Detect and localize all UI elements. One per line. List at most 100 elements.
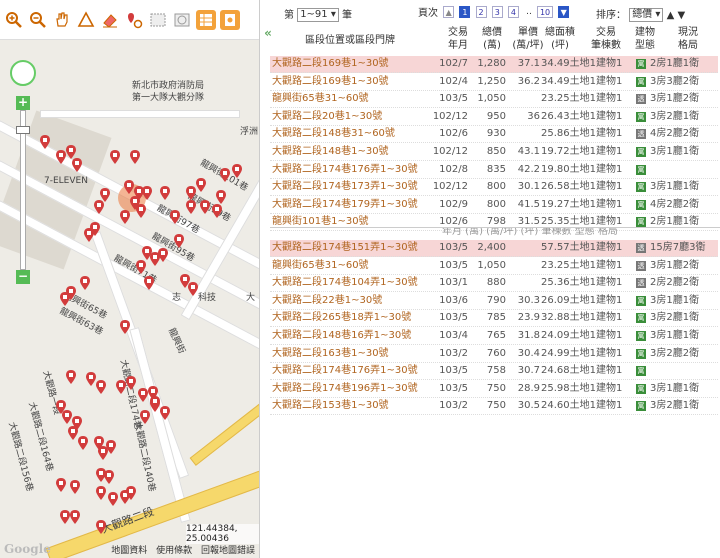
property-marker-icon[interactable] [232, 164, 242, 178]
row-address-link[interactable]: 龍興街65巷31~60號 [272, 258, 432, 274]
record-range-select[interactable]: 1~91 ▾ [297, 8, 339, 22]
property-marker-icon[interactable] [196, 178, 206, 192]
property-marker-icon[interactable] [108, 492, 118, 506]
prev-page-button[interactable]: ▲ [443, 5, 455, 18]
property-marker-icon[interactable] [160, 186, 170, 200]
table-row[interactable]: 大觀路二段153巷1~30號 103/2 750 30.5 24.60土地1建物1 寓 3房… [270, 398, 718, 416]
property-marker-icon[interactable] [68, 426, 78, 440]
table-row[interactable]: 大觀路二段148巷1~30號 102/12 850 43.1 19.72土地1建物1 寓 3… [270, 144, 718, 161]
row-address-link[interactable]: 大觀路二段153巷1~30號 [272, 398, 432, 414]
property-marker-icon[interactable] [188, 282, 198, 296]
property-marker-icon[interactable] [72, 158, 82, 172]
property-marker-icon[interactable] [126, 486, 136, 500]
row-address-link[interactable]: 龍興街65巷31~60號 [272, 91, 432, 107]
property-marker-icon[interactable] [200, 200, 210, 214]
page-3-button[interactable]: 3 [491, 5, 503, 18]
property-marker-icon[interactable] [212, 204, 222, 218]
sort-select[interactable]: 總價 ▾ [629, 8, 664, 22]
next-page-button[interactable]: ▼ [558, 5, 570, 18]
table-row[interactable]: 大觀路二段163巷1~30號 103/2 760 30.4 24.99土地1建物1 寓 3房… [270, 346, 718, 363]
property-marker-icon[interactable] [94, 200, 104, 214]
property-marker-icon[interactable] [110, 150, 120, 164]
property-marker-icon[interactable] [220, 168, 230, 182]
property-marker-icon[interactable] [120, 320, 130, 334]
row-address-link[interactable]: 大觀路二段169巷1~30號 [272, 74, 432, 90]
property-marker-icon[interactable] [62, 410, 72, 424]
property-marker-icon[interactable] [126, 376, 136, 390]
row-address-link[interactable]: 大觀路二段174巷179弄1~30號 [272, 197, 432, 213]
table-row[interactable]: 大觀路二段169巷1~30號 102/4 1,250 36.2 34.49土地1建物1 寓… [270, 74, 718, 91]
property-marker-icon[interactable] [40, 135, 50, 149]
property-marker-icon[interactable] [96, 380, 106, 394]
property-marker-icon[interactable] [186, 200, 196, 214]
row-address-link[interactable]: 大觀路二段20巷1~30號 [272, 109, 432, 125]
pan-control[interactable] [10, 60, 36, 86]
row-address-link[interactable]: 大觀路二段22巷1~30號 [272, 293, 432, 309]
row-address-link[interactable]: 大觀路二段174巷173弄1~30號 [272, 179, 432, 195]
property-marker-icon[interactable] [96, 520, 106, 534]
page-1-button[interactable]: 1 [459, 5, 471, 18]
zoom-slider-track[interactable] [20, 110, 26, 270]
sort-asc-button[interactable]: ▲ [667, 10, 675, 21]
row-address-link[interactable]: 大觀路二段174巷151弄1~30號 [272, 240, 432, 256]
property-marker-icon[interactable] [170, 210, 180, 224]
hand-pan-icon[interactable] [52, 10, 72, 30]
row-address-link[interactable]: 大觀路二段174巷196弄1~30號 [272, 381, 432, 397]
property-marker-icon[interactable] [70, 510, 80, 524]
row-address-link[interactable]: 大觀路二段169巷1~30號 [272, 56, 432, 72]
row-address-link[interactable]: 大觀路二段174巷104弄1~30號 [272, 275, 432, 291]
row-address-link[interactable]: 大觀路二段148巷1~30號 [272, 144, 432, 160]
property-marker-icon[interactable] [174, 234, 184, 248]
row-address-link[interactable]: 大觀路二段265巷18弄1~30號 [272, 310, 432, 326]
table-row[interactable]: 大觀路二段174巷104弄1~30號 103/1 880 25.36土地1建物1 透 2房… [270, 275, 718, 293]
row-address-link[interactable]: 大觀路二段148巷16弄1~30號 [272, 328, 432, 344]
property-marker-icon[interactable] [116, 380, 126, 394]
property-marker-icon[interactable] [66, 145, 76, 159]
row-address-link[interactable]: 大觀路二段174巷176弄1~30號 [272, 363, 432, 379]
table-row[interactable]: 大觀路二段265巷18弄1~30號 103/5 785 23.9 32.88土地1建物1… [270, 310, 718, 328]
property-marker-icon[interactable] [160, 406, 170, 420]
property-marker-icon[interactable] [104, 470, 114, 484]
grid-layer-icon[interactable] [196, 9, 216, 30]
property-marker-icon[interactable] [130, 150, 140, 164]
page-last-button[interactable]: 10 [537, 5, 554, 18]
table-row[interactable]: 大觀路二段174巷179弄1~30號 102/9 800 41.5 19.27土地1建物… [270, 197, 718, 214]
zoom-slider-handle[interactable] [16, 126, 30, 134]
table-row[interactable]: 大觀路二段174巷196弄1~30號 103/5 750 28.9 25.98土地1建物… [270, 381, 718, 398]
property-marker-icon[interactable] [216, 190, 226, 204]
table-row[interactable]: 大觀路二段174巷151弄1~30號 103/5 2,400 57.57土地1建物1 透… [270, 240, 718, 257]
table-row[interactable]: 大觀路二段169巷1~30號 102/7 1,280 37.1 34.49土地1建物1 寓… [270, 56, 718, 73]
property-marker-icon[interactable] [142, 186, 152, 200]
table-row[interactable]: 大觀路二段148巷16弄1~30號 103/4 765 31.8 24.09土地1建物1… [270, 328, 718, 345]
property-marker-icon[interactable] [138, 388, 148, 402]
page-2-button[interactable]: 2 [475, 5, 487, 18]
table-row[interactable]: 龍興街65巷31~60號 103/5 1,050 23.25土地1建物1 透 3房1廳2衛 [270, 91, 718, 109]
property-marker-icon[interactable] [66, 370, 76, 384]
property-marker-icon[interactable] [106, 440, 116, 454]
property-marker-icon[interactable] [56, 150, 66, 164]
property-marker-icon[interactable] [90, 222, 100, 236]
eraser-icon[interactable] [100, 10, 120, 30]
report-error-link[interactable]: 回報地圖錯誤 [201, 546, 255, 556]
table-row[interactable]: 大觀路二段22巷1~30號 103/6 790 30.3 26.09土地1建物1 寓 3房1… [270, 293, 718, 310]
map-panel[interactable]: 新北市政府消防局 第一大隊大觀分隊 7-ELEVEN 龍興街101巷 龍興街99… [0, 0, 260, 558]
terms-link[interactable]: 使用條款 [156, 546, 192, 556]
measure-triangle-icon[interactable] [76, 10, 96, 30]
table-row[interactable]: 大觀路二段20巷1~30號 102/12 950 36 26.43土地1建物1 寓 3房2廳… [270, 109, 718, 126]
table-row[interactable]: 大觀路二段174巷173弄1~30號 102/12 800 30.1 26.58土地1建… [270, 179, 718, 197]
property-marker-icon[interactable] [86, 372, 96, 386]
property-marker-icon[interactable] [140, 410, 150, 424]
row-address-link[interactable]: 大觀路二段163巷1~30號 [272, 346, 432, 362]
zoom-in-button[interactable]: + [16, 96, 30, 110]
property-marker-icon[interactable] [60, 510, 70, 524]
zoom-out-icon[interactable] [28, 10, 48, 30]
table-row[interactable]: 龍興街65巷31~60號 103/5 1,050 23.25土地1建物1 透 3房1廳2衛 [270, 258, 718, 275]
property-marker-icon[interactable] [60, 292, 70, 306]
sort-desc-button[interactable]: ▼ [677, 10, 685, 21]
print-icon[interactable] [220, 9, 240, 30]
select-rect-icon[interactable] [148, 10, 168, 30]
property-marker-icon[interactable] [144, 276, 154, 290]
table-row[interactable]: 大觀路二段148巷31~60號 102/6 930 25.86土地1建物1 透 4房2廳2… [270, 126, 718, 144]
property-marker-icon[interactable] [124, 180, 134, 194]
property-marker-icon[interactable] [150, 396, 160, 410]
